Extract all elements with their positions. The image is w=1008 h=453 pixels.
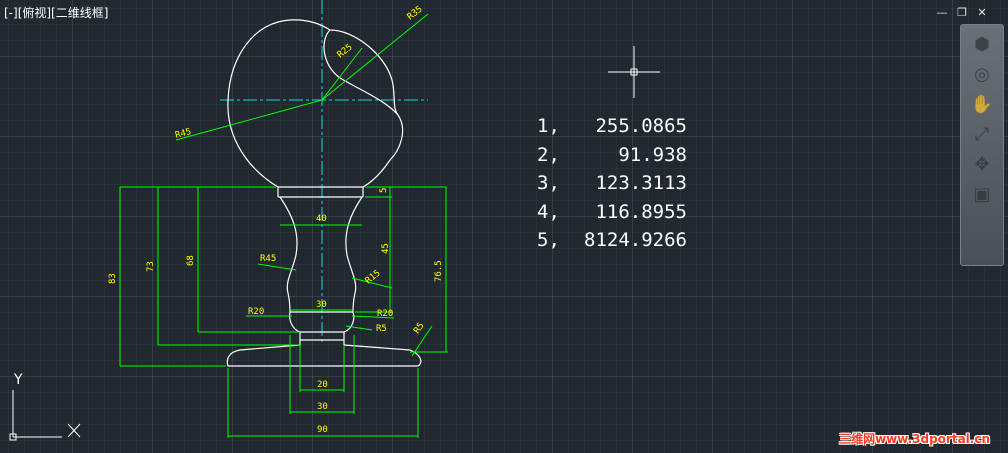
list-item: 5, 8124.9266: [537, 226, 687, 255]
crosshair-cursor-icon: [608, 46, 660, 98]
coord-index: 3,: [537, 172, 560, 194]
dimension-lines: [119, 13, 448, 438]
dim-r15: R15: [364, 268, 383, 286]
orbit-icon[interactable]: ✥: [967, 150, 997, 178]
zoom-icon[interactable]: ⤢: [967, 120, 997, 148]
dim-30-bottom: 30: [317, 402, 328, 412]
dim-40: 40: [316, 214, 327, 224]
viewcube-icon[interactable]: ⬢: [967, 30, 997, 58]
dim-r20-right: R20: [377, 309, 393, 319]
ball-outline: [227, 19, 404, 188]
cad-drawing: R35 R25 R45 5 40 45 R45 R15 30 R20 R20 R…: [9, 0, 660, 441]
coord-value: 8124.9266: [584, 229, 687, 251]
list-item: 4, 116.8955: [537, 198, 687, 227]
dim-r45-top: R45: [174, 127, 192, 141]
dim-90: 90: [317, 425, 328, 435]
dim-83: 83: [108, 273, 118, 284]
inner-arc: [323, 29, 399, 116]
dim-45: 45: [381, 243, 391, 254]
watermark: 三维网www.3dportal.cn: [839, 432, 990, 446]
coord-value: 116.8955: [595, 200, 687, 223]
dim-r45-mid: R45: [260, 254, 276, 264]
coord-index: 1,: [537, 115, 560, 137]
dim-68: 68: [186, 255, 196, 266]
coord-index: 5,: [537, 229, 560, 251]
dim-r25: R25: [336, 42, 355, 60]
coord-value: 123.3113: [595, 172, 687, 194]
dim-r5-right: R5: [376, 324, 387, 334]
dim-5: 5: [379, 188, 389, 193]
list-item: 2, 91.938: [537, 141, 687, 170]
dim-30-top: 30: [316, 300, 327, 310]
coord-value: 91.938: [618, 143, 687, 166]
ucs-y-label: Y: [13, 372, 23, 388]
list-item: 3, 123.3113: [537, 169, 687, 198]
coord-index: 2,: [537, 143, 560, 166]
showmotion-icon[interactable]: ▣: [967, 180, 997, 208]
ucs-icon: [9, 390, 81, 441]
navigation-bar: ⬢ ◎ ✋ ⤢ ✥ ▣: [960, 24, 1004, 266]
dim-76-5: 76.5: [434, 260, 444, 282]
steering-wheel-icon[interactable]: ◎: [967, 60, 997, 88]
pan-hand-icon[interactable]: ✋: [967, 90, 997, 118]
dim-r20-left: R20: [248, 307, 264, 317]
coordinate-list: 1, 255.0865 2, 91.938 3, 123.3113 4, 116…: [537, 112, 687, 255]
coord-value: 255.0865: [595, 115, 687, 137]
dim-r35: R35: [406, 4, 425, 22]
coord-index: 4,: [537, 200, 560, 223]
list-item: 1, 255.0865: [537, 112, 687, 141]
dim-73: 73: [146, 261, 156, 272]
dim-r5-base: R5: [412, 321, 426, 336]
dim-20: 20: [317, 380, 328, 390]
